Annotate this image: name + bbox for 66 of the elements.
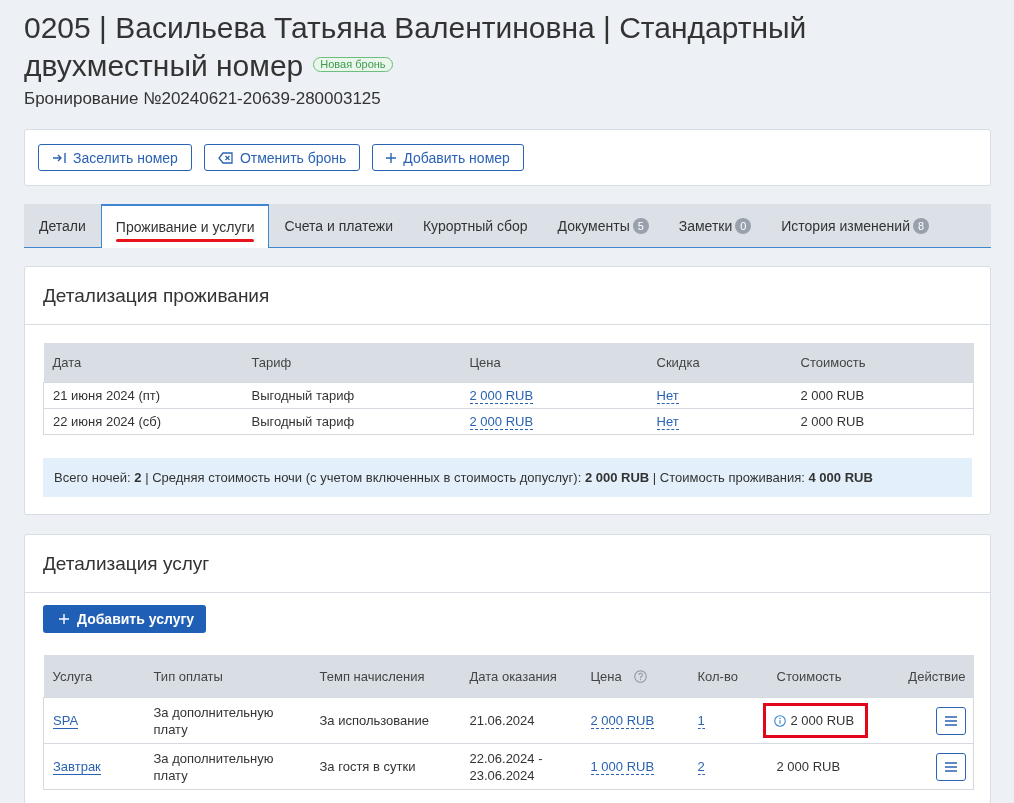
action-button[interactable]: Добавить номер: [372, 144, 524, 171]
table-cell: За дополнительную плату: [144, 697, 311, 744]
table-cell: За гостя в сутки: [310, 743, 461, 790]
table-cell: За использование: [310, 697, 461, 744]
action-button[interactable]: Отменить бронь: [203, 144, 361, 171]
status-badge: Новая бронь: [313, 56, 393, 72]
service-link[interactable]: Завтрак: [53, 759, 101, 775]
column-header: Действие: [890, 655, 974, 698]
column-header: Кол-во: [688, 655, 768, 698]
table-cell: За дополнительную плату: [144, 743, 311, 790]
cost-text: 2 000 RUB: [790, 712, 855, 729]
plus-icon: [386, 152, 397, 163]
page-title: 0205 | Васильева Татьяна Валентиновна | Стандартный: [24, 10, 807, 46]
service-link[interactable]: SPA: [53, 713, 79, 729]
arrow-into-bracket-icon: [52, 151, 66, 164]
cost-text: 2 000 RUB: [776, 758, 841, 775]
add-service-button[interactable]: Добавить услугу: [43, 605, 207, 633]
column-header: Цена: [460, 343, 648, 383]
table-cell: 21 июня 2024 (пт): [43, 382, 243, 409]
table-cell: 2 000 RUB: [791, 382, 974, 409]
table-cell: 22 июня 2024 (сб): [43, 408, 243, 435]
tab[interactable]: Заметки 0: [663, 204, 767, 247]
discount-link[interactable]: Нет: [656, 414, 679, 430]
column-header: Дата: [43, 343, 243, 383]
column-header: Услуга: [43, 655, 145, 698]
table-cell: Выгодный тариф: [242, 408, 461, 435]
column-header: Темп начисления: [310, 655, 461, 698]
tab[interactable]: История изменений 8: [766, 204, 944, 247]
tab[interactable]: Курортный сбор: [407, 204, 543, 247]
column-header: Стоимость: [767, 655, 891, 698]
summary-text: Всего ночей: 2 | Средняя стоимость ночи (с учетом включенных в стоимость допуслуг): 2 000 RUB | Стоимость проживания: 4 000 RUB: [43, 458, 972, 497]
table-cell: 22.06.2024 - 23.06.2024: [460, 743, 582, 790]
tab[interactable]: Счета и платежи: [269, 204, 408, 247]
tab[interactable]: Документы 5: [542, 204, 664, 247]
column-header: Стоимость: [791, 343, 974, 383]
quantity-link[interactable]: 2: [697, 759, 705, 775]
count-badge: 8: [913, 218, 929, 234]
price-link[interactable]: 2 000 RUB: [469, 414, 534, 430]
discount-link[interactable]: Нет: [656, 388, 679, 404]
row-menu-button[interactable]: [936, 706, 966, 735]
table-cell: Выгодный тариф: [242, 382, 461, 409]
column-header: Цена: [590, 668, 622, 684]
tab[interactable]: Детали: [24, 204, 101, 247]
menu-icon: [945, 715, 957, 726]
column-header: Тип оплаты: [144, 655, 311, 698]
backspace-icon: [217, 151, 233, 164]
column-header: Дата оказания: [460, 655, 582, 698]
table-cell: 2 000 RUB: [791, 408, 974, 435]
action-button[interactable]: Заселить номер: [38, 144, 192, 171]
table-cell: 21.06.2024: [460, 697, 582, 744]
column-header: Тариф: [242, 343, 461, 383]
card-title: Детализация проживания: [43, 284, 270, 307]
price-link[interactable]: 2 000 RUB: [469, 388, 534, 404]
count-badge: 5: [632, 218, 649, 234]
count-badge: 0: [735, 218, 752, 234]
plus-icon: [59, 614, 69, 624]
row-menu-button[interactable]: [936, 752, 966, 781]
price-link[interactable]: 2 000 RUB: [590, 713, 655, 729]
page-title: двухместный номер: [24, 48, 304, 84]
quantity-link[interactable]: 1: [697, 713, 705, 729]
card-title: Детализация услуг: [43, 552, 210, 575]
column-header: Скидка: [647, 343, 792, 383]
menu-icon: [945, 761, 957, 772]
price-link[interactable]: 1 000 RUB: [590, 759, 655, 775]
booking-number: Бронирование №20240621-20639-280003125: [24, 89, 382, 109]
tab[interactable]: Проживание и услуги: [100, 204, 270, 248]
